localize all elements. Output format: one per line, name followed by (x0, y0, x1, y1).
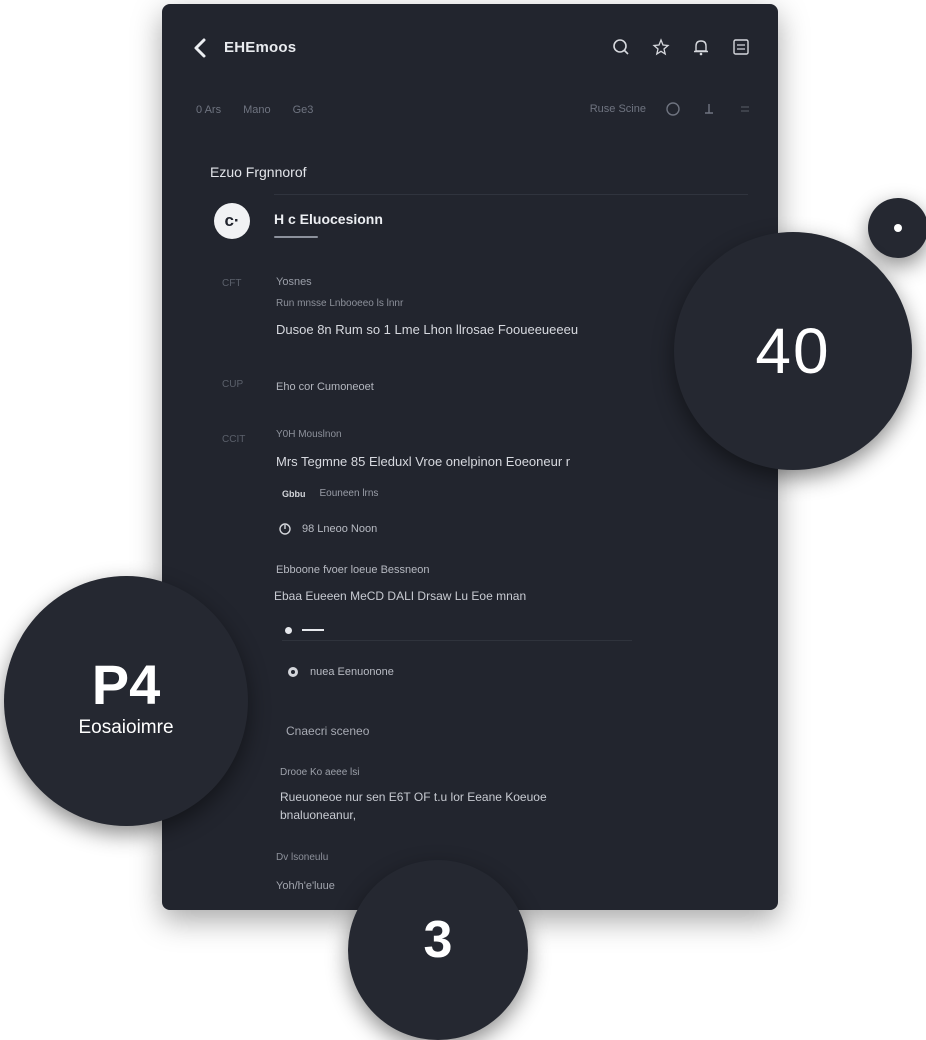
step-bubble: 3 (348, 860, 528, 1040)
page-value: P4 (91, 653, 161, 716)
sub-action-label[interactable]: Ruse Scine (590, 103, 646, 115)
sub-tab[interactable]: Mano (243, 104, 271, 116)
count-bubble: 40 (674, 232, 912, 470)
close-icon[interactable] (736, 100, 754, 118)
row-footer: Yoh/h'e'luue (276, 880, 335, 892)
item-header[interactable]: c· H c Eluocesionn (214, 203, 754, 243)
attachment-row[interactable]: nuea Eenuonone (286, 665, 394, 679)
section-title: Ezuo Frgnnorof (210, 164, 307, 180)
dot-icon (894, 224, 902, 232)
item-title: H c Eluocesionn (274, 211, 383, 227)
app-title: EHEmoos (224, 39, 297, 56)
tag-row: Gbbu Eouneen lrns (282, 488, 378, 499)
page-bubble: P4 Eosaioimre (4, 576, 248, 826)
divider (274, 194, 748, 195)
row-body: Rueuoneoe nur sen E6T OF t.u lor Eeane K… (280, 790, 547, 804)
attachment-label: 98 Lneoo Noon (302, 523, 378, 535)
sub-tabs: 0 Ars Mano Ge3 (196, 104, 313, 116)
menu-icon[interactable] (730, 36, 752, 58)
avatar: c· (214, 203, 250, 239)
export-icon[interactable] (700, 100, 718, 118)
tag-label: Eouneen lrns (319, 488, 379, 499)
back-arrow-icon[interactable] (190, 36, 212, 60)
secondary-toolbar: 0 Ars Mano Ge3 Ruse Scine (162, 100, 778, 126)
star-icon[interactable] (650, 36, 672, 58)
divider (282, 640, 632, 641)
clock-icon (278, 522, 292, 536)
chat-icon[interactable] (664, 100, 682, 118)
tag[interactable]: Gbbu (282, 489, 306, 499)
row-meta: Dv lsoneulu (276, 852, 329, 863)
sub-actions: Ruse Scine (590, 100, 754, 118)
search-icon[interactable] (610, 36, 632, 58)
bell-icon[interactable] (690, 36, 712, 58)
row-heading: Ebboone fvoer loeue Bessneon (276, 564, 430, 576)
row-heading: Yosnes (276, 276, 312, 288)
toolbar-icons (610, 36, 752, 58)
row-gutter-label: CFT (222, 278, 242, 289)
progress-indicator-bar (302, 629, 324, 631)
row-heading: Eho cor Cumoneoet (276, 381, 374, 393)
attachment-row[interactable]: 98 Lneoo Noon (278, 522, 377, 536)
link-icon (286, 665, 300, 679)
attachment-label: nuea Eenuonone (310, 666, 394, 678)
row-body: Dusoe 8n Rum so 1 Lme Lhon llrosae Fooue… (276, 322, 579, 337)
row-body: Mrs Tegmne 85 Eleduxl Vroe onelpinon Eoe… (276, 454, 571, 469)
row-meta: Run mnsse Lnbooeeo ls lnnr (276, 298, 404, 309)
row-meta: Y0H Mouslnon (276, 429, 342, 440)
row-gutter-label: CCIT (222, 434, 246, 445)
row-meta: Drooe Ko aeee lsi (280, 767, 360, 778)
row-body-continued: bnaluoneanur, (280, 808, 357, 822)
row-heading: Cnaecri sceneo (286, 724, 370, 738)
top-bar: EHEmoos (162, 28, 778, 68)
small-dot-bubble[interactable] (868, 198, 926, 258)
progress-indicator-dot (285, 627, 292, 634)
count-value: 40 (755, 315, 831, 387)
app-window: EHEmoos 0 Ars Mano Ge3 Ruse Scine Ezuo F… (162, 4, 778, 910)
page-caption: Eosaioimre (78, 717, 174, 738)
sub-tab[interactable]: 0 Ars (196, 104, 221, 116)
step-value: 3 (423, 911, 453, 969)
active-underline (274, 236, 318, 238)
sub-tab[interactable]: Ge3 (293, 104, 314, 116)
row-body: Ebaa Eueeen MeCD DALI Drsaw Lu Eoe mnan (274, 589, 527, 603)
stage: EHEmoos 0 Ars Mano Ge3 Ruse Scine Ezuo F… (0, 0, 926, 1040)
row-gutter-label: CUP (222, 379, 244, 390)
